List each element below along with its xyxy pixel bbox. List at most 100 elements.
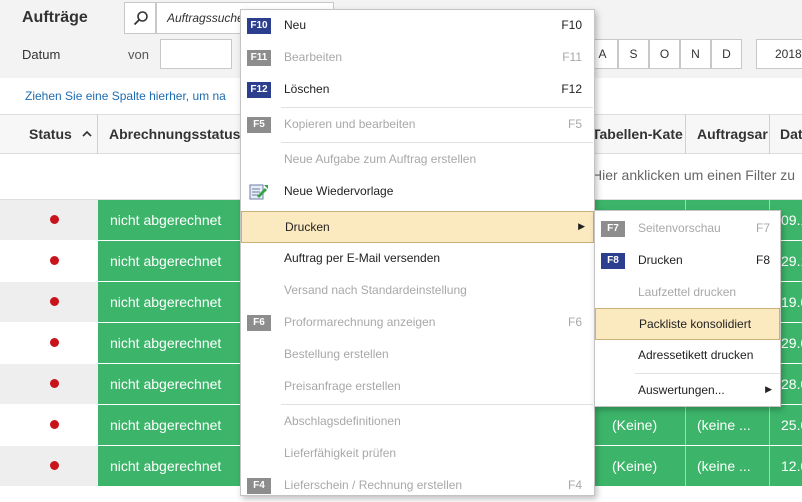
date-label: Datum [22,47,61,62]
menu-item-shortcut: F5 [567,117,582,131]
menu-item-drucken[interactable]: Drucken ▶ [241,211,594,243]
shortcut-badge: F11 [247,50,271,66]
status-dot-icon [50,461,59,470]
search-button[interactable] [124,2,156,34]
abrechnungsstatus-cell: nicht abgerechnet [110,335,222,351]
datum-cell: 29.1 [781,253,802,269]
menu-item-bestellung-erstellen[interactable]: Bestellung erstellen [241,339,594,371]
status-dot-icon [50,379,59,388]
menu-item-versand-nach-standardeinstellung[interactable]: Versand nach Standardeinstellung [241,275,594,307]
shortcut-badge: F6 [247,315,271,331]
month-button-d[interactable]: D [711,39,742,69]
menu-item-label: Preisanfrage erstellen [284,379,401,393]
menu-item-label: Packliste konsolidiert [639,317,752,331]
menu-item-lieferschein-rechnung-erstellen[interactable]: F4 Lieferschein / Rechnung erstellen F4 [241,470,594,502]
menu-item-label: Kopieren und bearbeiten [284,117,416,131]
menu-item-lieferfähigkeit-prüfen[interactable]: Lieferfähigkeit prüfen [241,438,594,470]
menu-separator [281,142,593,143]
menu-item-shortcut: F11 [562,50,582,64]
column-divider[interactable] [97,114,98,154]
menu-item-label: Versand nach Standardeinstellung [284,283,467,297]
submenu-item-seitenvorschau[interactable]: F7 Seitenvorschau F7 [595,213,780,245]
status-cell [0,241,98,281]
year-selector[interactable]: 2018 [756,39,802,69]
menu-item-label: Drucken [638,253,683,267]
auftragsart-cell: (keine ... [697,417,751,433]
menu-item-shortcut: F8 [755,253,770,267]
menu-item-abschlagsdefinitionen[interactable]: Abschlagsdefinitionen [241,406,594,438]
search-icon [133,11,148,26]
menu-item-label: Abschlagsdefinitionen [284,414,401,428]
submenu-arrow-icon: ▶ [578,221,585,231]
status-dot-icon [50,420,59,429]
menu-item-preisanfrage-erstellen[interactable]: Preisanfrage erstellen [241,371,594,403]
menu-item-shortcut: F6 [567,315,582,329]
submenu-item-drucken[interactable]: F8 Drucken F8 [595,245,780,277]
column-divider [769,446,770,486]
menu-item-label: Seitenvorschau [638,221,721,235]
menu-item-label: Bearbeiten [284,50,343,64]
column-divider[interactable] [685,114,686,154]
column-header-abrechnungsstatus[interactable]: Abrechnungsstatus [109,114,240,154]
column-divider [685,446,686,486]
status-cell [0,200,98,240]
menu-item-label: Lieferschein / Rechnung erstellen [284,478,463,492]
column-divider[interactable] [769,114,770,154]
month-button-s[interactable]: S [618,39,649,69]
month-button-o[interactable]: O [649,39,680,69]
shortcut-badge: F7 [601,221,625,237]
menu-item-label: Auftrag per E-Mail versenden [284,251,441,265]
status-dot-icon [50,338,59,347]
column-divider [685,405,686,445]
menu-item-label: Drucken [285,220,330,234]
submenu-item-laufzettel-drucken[interactable]: Laufzettel drucken [595,277,780,309]
menu-item-auftrag-per-e-mail-versenden[interactable]: Auftrag per E-Mail versenden [241,243,594,275]
datum-cell: 29.0 [781,335,802,351]
abrechnungsstatus-cell: nicht abgerechnet [110,417,222,433]
page-title: Aufträge [22,9,88,26]
status-dot-icon [50,297,59,306]
menu-item-neue-aufgabe-zum-auftrag-erstellen[interactable]: Neue Aufgabe zum Auftrag erstellen [241,144,594,176]
menu-item-bearbeiten[interactable]: F11 Bearbeiten F11 [241,42,594,74]
menu-item-löschen[interactable]: F12 Löschen F12 [241,74,594,106]
menu-item-label: Lieferfähigkeit prüfen [284,446,397,460]
status-cell [0,405,98,445]
menu-item-proformarechnung-anzeigen[interactable]: F6 Proformarechnung anzeigen F6 [241,307,594,339]
group-by-hint[interactable]: Ziehen Sie eine Spalte hierher, um na [25,89,226,103]
submenu-item-packliste-konsolidiert[interactable]: Packliste konsolidiert [595,308,780,340]
menu-item-neue-wiedervorlage[interactable]: Neue Wiedervorlage [241,176,594,208]
auftragsart-cell: (keine ... [697,458,751,474]
menu-item-shortcut: F10 [561,18,582,32]
context-menu: F10 Neu F10 F11 Bearbeiten F11 F12 Löschen F12 F5… [240,9,595,496]
sort-ascending-icon[interactable] [82,130,92,137]
status-cell [0,323,98,363]
abrechnungsstatus-cell: nicht abgerechnet [110,458,222,474]
status-dot-icon [50,215,59,224]
menu-item-label: Adressetikett drucken [638,348,754,362]
filter-hint[interactable]: Hier anklicken um einen Filter zu [592,167,795,183]
shortcut-badge: F8 [601,253,625,269]
submenu-item-auswertungen[interactable]: Auswertungen... ▶ [595,375,780,407]
menu-item-label: Proformarechnung anzeigen [284,315,436,329]
month-button-n[interactable]: N [680,39,711,69]
menu-separator [281,107,593,108]
kategorie-cell: (Keine) [612,458,658,474]
submenu-item-adressetikett-drucken[interactable]: Adressetikett drucken [595,340,780,372]
menu-item-shortcut: F7 [755,221,770,235]
status-cell [0,446,98,486]
menu-separator [281,404,593,405]
from-date-input[interactable] [160,39,232,69]
reminder-icon [249,184,268,200]
menu-item-label: Löschen [284,82,330,96]
menu-item-kopieren-und-bearbeiten[interactable]: F5 Kopieren und bearbeiten F5 [241,109,594,141]
column-header-datum[interactable]: Dat [780,114,802,154]
menu-item-neu[interactable]: F10 Neu F10 [241,10,594,42]
print-submenu: F7 Seitenvorschau F7 F8 Drucken F8 Laufzettel … [594,210,781,407]
shortcut-badge: F10 [247,18,271,34]
menu-item-shortcut: F12 [561,82,582,96]
datum-cell: 09.1 [781,212,802,228]
status-cell [0,364,98,404]
from-label: von [128,47,149,62]
column-header-tabellen-kategorie[interactable]: Tabellen-Kate [592,114,684,154]
column-header-auftragsart[interactable]: Auftragsar [697,114,768,154]
